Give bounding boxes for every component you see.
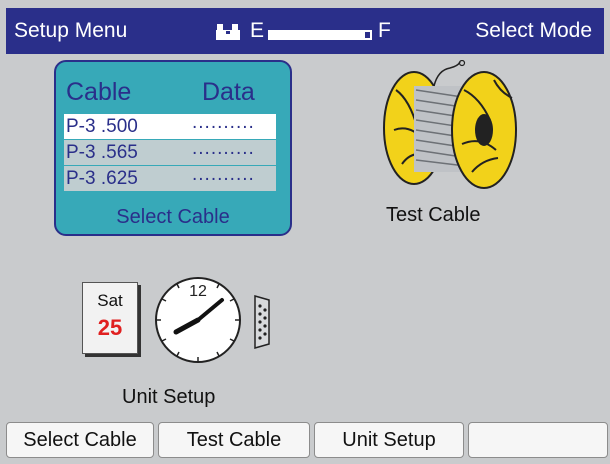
- cable-row[interactable]: P-3 .500 ..........: [64, 112, 276, 139]
- cable-list: P-3 .500 .......... P-3 .565 .......... …: [64, 112, 276, 192]
- fuel-gauge-fill: [270, 32, 365, 38]
- softkey-select-cable[interactable]: Select Cable: [6, 422, 154, 458]
- mode-label: Select Mode: [475, 19, 592, 42]
- calendar-icon[interactable]: Sat 25: [82, 282, 138, 354]
- clock-numeral: 12: [189, 283, 207, 300]
- cable-row[interactable]: P-3 .565 ..........: [64, 138, 276, 165]
- battery-icon: [216, 24, 240, 40]
- unit-setup-label: Unit Setup: [122, 386, 216, 408]
- screen: Setup Menu E F Select Mode Cable Data P-…: [0, 0, 610, 464]
- select-cable-panel[interactable]: Cable Data P-3 .500 .......... P-3 .565 …: [54, 60, 292, 236]
- cable-name: P-3 .565: [66, 142, 138, 163]
- serial-port-icon[interactable]: [252, 294, 272, 350]
- cable-column-header: Cable: [66, 78, 132, 106]
- softkey-test-cable[interactable]: Test Cable: [158, 422, 310, 458]
- cable-name: P-3 .625: [66, 168, 138, 189]
- calendar-date: 25: [97, 315, 123, 340]
- cable-data: ..........: [192, 112, 255, 133]
- softkey-unit-setup[interactable]: Unit Setup: [314, 422, 464, 458]
- cable-row[interactable]: P-3 .625 ..........: [64, 164, 276, 191]
- fuel-full-label: F: [378, 19, 391, 42]
- cable-spool-icon[interactable]: [372, 60, 522, 192]
- fuel-gauge: [268, 30, 372, 40]
- cable-data: ..........: [192, 164, 255, 185]
- clock-icon[interactable]: 12: [152, 274, 244, 366]
- cable-name: P-3 .500: [66, 116, 138, 137]
- select-cable-label: Select Cable: [116, 206, 230, 228]
- test-cable-label: Test Cable: [386, 204, 481, 226]
- fuel-empty-label: E: [250, 19, 265, 42]
- data-column-header: Data: [202, 78, 255, 106]
- main-panel: Cable Data P-3 .500 .......... P-3 .565 …: [6, 54, 604, 418]
- cable-data: ..........: [192, 138, 255, 159]
- softkey-blank[interactable]: [468, 422, 608, 458]
- calendar-day: Sat: [97, 291, 123, 310]
- softkey-bar: Select Cable Test Cable Unit Setup: [6, 422, 610, 460]
- header-bar: Setup Menu E F Select Mode: [6, 8, 604, 54]
- menu-title: Setup Menu: [14, 19, 128, 42]
